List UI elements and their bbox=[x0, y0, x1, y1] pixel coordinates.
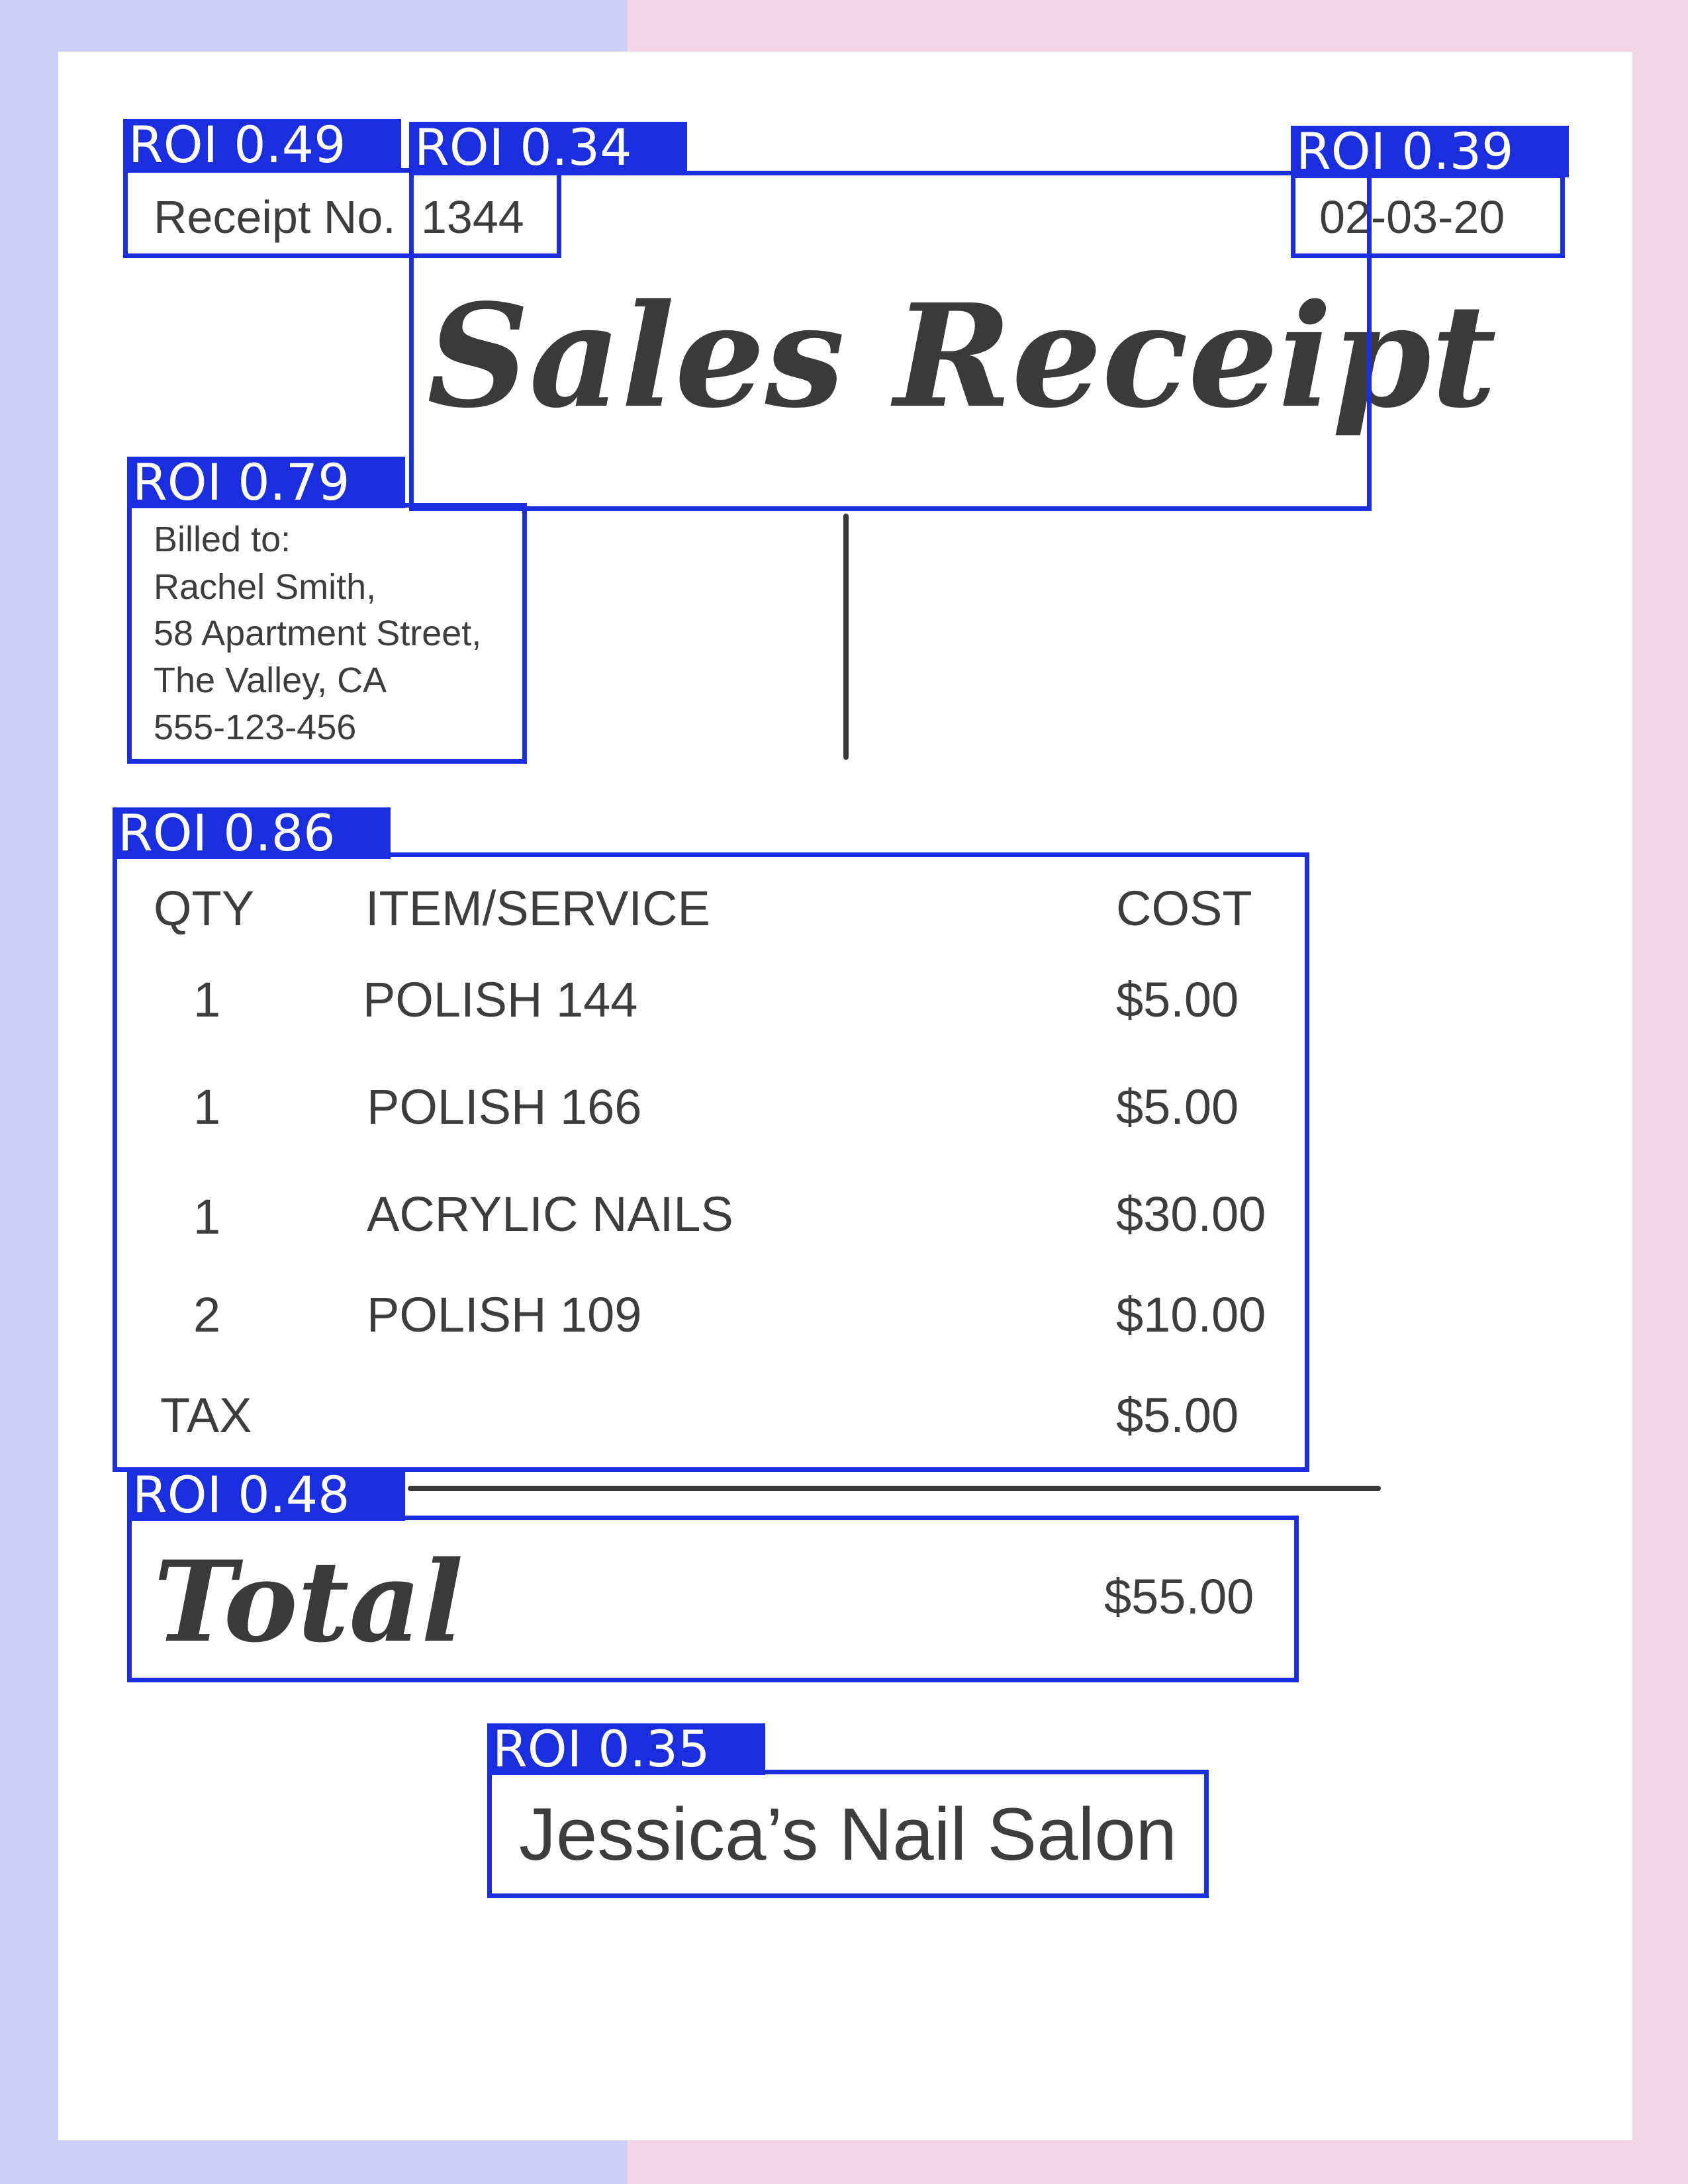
roi-box bbox=[409, 171, 1372, 511]
roi-score-label: ROI 0.86 bbox=[113, 807, 391, 859]
roi-box bbox=[113, 852, 1309, 1472]
roi-box bbox=[127, 503, 527, 764]
roi-score-label: ROI 0.34 bbox=[409, 122, 687, 173]
roi-box bbox=[487, 1770, 1209, 1898]
roi-score-label: ROI 0.49 bbox=[123, 119, 401, 171]
roi-score-label: ROI 0.35 bbox=[487, 1723, 765, 1775]
roi-score-label: ROI 0.79 bbox=[127, 457, 405, 508]
divider-vertical bbox=[843, 514, 849, 760]
total-divider-line bbox=[408, 1486, 1381, 1491]
roi-box bbox=[1291, 173, 1565, 258]
roi-box bbox=[127, 1516, 1299, 1682]
roi-score-label: ROI 0.48 bbox=[127, 1469, 405, 1521]
roi-score-label: ROI 0.39 bbox=[1291, 126, 1569, 177]
